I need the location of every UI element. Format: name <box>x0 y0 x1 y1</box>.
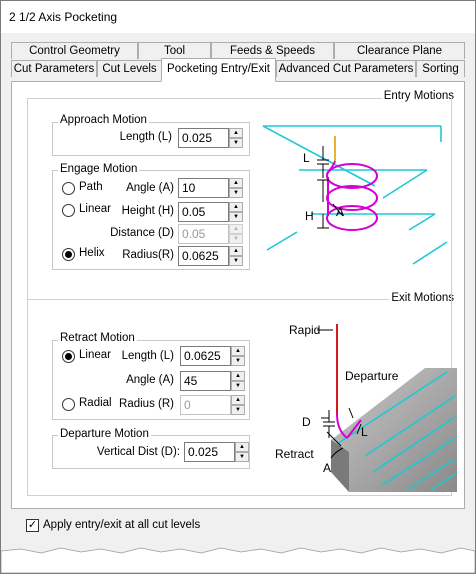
spin-up-icon[interactable]: ▲ <box>229 202 243 212</box>
retract-angle-label: Angle (A) <box>126 374 174 386</box>
engage-angle-spinner[interactable]: ▲ ▼ <box>229 178 243 198</box>
spin-down-icon[interactable]: ▼ <box>229 188 243 198</box>
exit-label-retract: Retract <box>275 447 314 461</box>
tab-sorting[interactable]: Sorting <box>416 60 465 77</box>
approach-length-label: Length (L) <box>119 131 172 143</box>
spin-up-icon[interactable]: ▲ <box>231 395 245 405</box>
entry-label-l: L <box>303 151 310 165</box>
spin-down-icon[interactable]: ▼ <box>231 381 245 391</box>
retract-length-field[interactable]: 0.0625 <box>180 346 231 366</box>
engage-radius-spinner[interactable]: ▲ ▼ <box>229 246 243 266</box>
engage-distance-label: Distance (D) <box>110 227 174 239</box>
radio-helix-label: Helix <box>79 247 105 259</box>
retract-motion-label: Retract Motion <box>58 332 137 344</box>
retract-angle-field[interactable]: 45 <box>180 371 231 391</box>
retract-angle-spinner[interactable]: ▲ ▼ <box>231 371 245 391</box>
spin-up-icon[interactable]: ▲ <box>229 178 243 188</box>
approach-length-field[interactable]: 0.025 <box>178 128 229 148</box>
exit-workpiece-block <box>331 368 457 492</box>
exit-label-a: A <box>323 461 331 475</box>
departure-vdist-label: Vertical Dist (D): <box>96 446 180 458</box>
exit-motions-section <box>27 299 451 300</box>
spin-up-icon[interactable]: ▲ <box>235 442 249 452</box>
apply-all-levels-checkbox[interactable]: ✓ <box>26 519 39 532</box>
engage-height-label: Height (H) <box>121 205 174 217</box>
spin-up-icon: ▲ <box>229 224 243 234</box>
approach-motion-label: Approach Motion <box>58 114 149 126</box>
engage-angle-label: Angle (A) <box>126 182 174 194</box>
tab-feeds-speeds[interactable]: Feeds & Speeds <box>211 42 334 59</box>
tab-panel: Entry Motions Approach Motion Length (L)… <box>11 81 465 509</box>
exit-motions-label: Exit Motions <box>389 292 456 304</box>
dialog-window: 2 1/2 Axis Pocketing Control Geometry To… <box>0 0 476 574</box>
retract-radius-label: Radius (R) <box>119 398 174 410</box>
radio-path-label: Path <box>79 181 103 193</box>
title-bar: 2 1/2 Axis Pocketing <box>1 1 475 33</box>
entry-diagram: L H A <box>262 125 448 265</box>
exit-label-l: L <box>361 425 368 439</box>
spin-down-icon[interactable]: ▼ <box>231 405 245 415</box>
retract-length-spinner[interactable]: ▲ ▼ <box>231 346 245 366</box>
radio-linear-label: Linear <box>79 203 111 215</box>
tab-cut-parameters[interactable]: Cut Parameters <box>11 60 97 77</box>
radio-retract-linear[interactable] <box>62 350 75 363</box>
engage-height-field[interactable]: 0.05 <box>178 202 229 222</box>
radio-path[interactable] <box>62 182 75 195</box>
spin-down-icon[interactable]: ▼ <box>235 452 249 462</box>
departure-motion-label: Departure Motion <box>58 428 151 440</box>
engage-angle-field[interactable]: 10 <box>178 178 229 198</box>
spin-up-icon[interactable]: ▲ <box>231 346 245 356</box>
approach-length-spinner[interactable]: ▲ ▼ <box>229 128 243 148</box>
radio-retract-linear-label: Linear <box>79 349 111 361</box>
departure-vdist-field[interactable]: 0.025 <box>184 442 235 462</box>
apply-all-levels-label[interactable]: Apply entry/exit at all cut levels <box>43 519 200 531</box>
entry-diagram-cyan-lines <box>262 125 448 265</box>
tab-tool[interactable]: Tool <box>138 42 211 59</box>
exit-label-d: D <box>302 415 311 429</box>
retract-radius-spinner[interactable]: ▲ ▼ <box>231 395 245 415</box>
spin-up-icon[interactable]: ▲ <box>229 246 243 256</box>
entry-helix-path <box>326 160 378 231</box>
engage-motion-label: Engage Motion <box>58 163 140 175</box>
departure-vdist-spinner[interactable]: ▲ ▼ <box>235 442 249 462</box>
exit-label-departure: Departure <box>345 369 399 383</box>
entry-motions-label: Entry Motions <box>381 90 456 102</box>
engage-distance-spinner: ▲ ▼ <box>229 224 243 244</box>
tab-control-geometry[interactable]: Control Geometry <box>11 42 138 59</box>
entry-label-h: H <box>305 209 314 223</box>
radio-retract-radial-label: Radial <box>79 397 112 409</box>
spin-down-icon: ▼ <box>229 234 243 244</box>
tab-pocketing-entry-exit[interactable]: Pocketing Entry/Exit <box>161 58 276 82</box>
engage-radius-field[interactable]: 0.0625 <box>178 246 229 266</box>
tab-clearance-plane[interactable]: Clearance Plane <box>334 42 465 59</box>
exit-section-bottom-border <box>27 495 451 496</box>
radio-linear[interactable] <box>62 204 75 217</box>
entry-label-a: A <box>336 205 344 219</box>
spin-down-icon[interactable]: ▼ <box>229 212 243 222</box>
engage-radius-label: Radius(R) <box>122 249 174 261</box>
spin-up-icon[interactable]: ▲ <box>231 371 245 381</box>
spin-down-icon[interactable]: ▼ <box>229 256 243 266</box>
tab-advanced-cut-parameters[interactable]: Advanced Cut Parameters <box>276 60 416 77</box>
radio-helix[interactable] <box>62 248 75 261</box>
exit-diagram: Rapid Departure D L Retract A <box>275 323 457 492</box>
engage-distance-field: 0.05 <box>178 224 229 244</box>
exit-section-left-border <box>27 299 28 495</box>
spin-down-icon[interactable]: ▼ <box>231 356 245 366</box>
window-title: 2 1/2 Axis Pocketing <box>9 10 118 24</box>
tab-cut-levels[interactable]: Cut Levels <box>97 60 162 77</box>
spin-down-icon[interactable]: ▼ <box>229 138 243 148</box>
entry-section-left-border <box>27 98 28 300</box>
torn-edge <box>1 547 475 573</box>
retract-length-label: Length (L) <box>121 350 174 362</box>
retract-radius-field: 0 <box>180 395 231 415</box>
spin-up-icon[interactable]: ▲ <box>229 128 243 138</box>
engage-height-spinner[interactable]: ▲ ▼ <box>229 202 243 222</box>
radio-retract-radial[interactable] <box>62 398 75 411</box>
exit-label-rapid: Rapid <box>289 323 320 337</box>
